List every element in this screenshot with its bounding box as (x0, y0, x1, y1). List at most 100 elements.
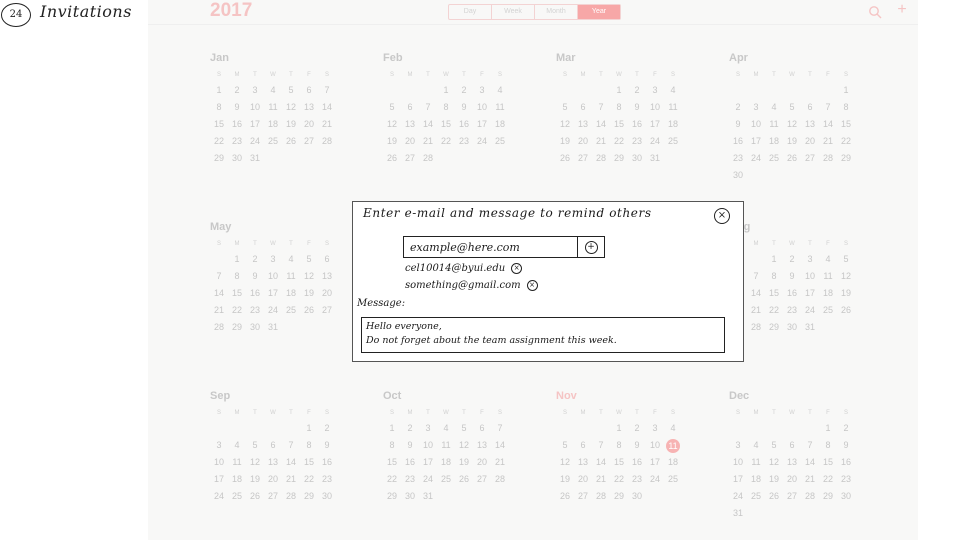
day-cell[interactable]: 3 (747, 99, 765, 116)
day-cell[interactable]: 20 (300, 116, 318, 133)
day-cell[interactable]: 22 (383, 471, 401, 488)
month-nov[interactable]: Nov S M T W T F S 1 2 3 4 5 6 7 8 9 10 11 12 13 14 15 16 17 18 19 2… (556, 390, 716, 505)
day-cell[interactable]: 6 (473, 420, 491, 437)
day-cell[interactable]: 23 (628, 471, 646, 488)
day-cell[interactable]: 30 (628, 150, 646, 167)
remove-recipient-icon[interactable]: × (511, 263, 523, 274)
day-cell[interactable]: 16 (837, 454, 855, 471)
day-cell[interactable]: 20 (783, 471, 801, 488)
day-cell[interactable]: 17 (419, 454, 437, 471)
day-cell[interactable]: 14 (592, 454, 610, 471)
day-cell[interactable]: 21 (318, 116, 336, 133)
day-cell[interactable]: 31 (264, 319, 282, 336)
day-cell[interactable]: 9 (783, 268, 801, 285)
day-cell[interactable]: 22 (300, 471, 318, 488)
day-cell[interactable]: 22 (837, 133, 855, 150)
day-cell[interactable]: 13 (264, 454, 282, 471)
day-cell[interactable]: 8 (228, 268, 246, 285)
day-cell[interactable]: 1 (300, 420, 318, 437)
day-cell[interactable]: 7 (801, 437, 819, 454)
day-cell[interactable]: 28 (491, 471, 509, 488)
day-cell[interactable]: 26 (455, 471, 473, 488)
day-cell[interactable]: 14 (419, 116, 437, 133)
day-cell[interactable]: 5 (765, 437, 783, 454)
day-cell[interactable]: 29 (837, 150, 855, 167)
day-cell[interactable]: 11 (264, 99, 282, 116)
day-cell[interactable]: 30 (837, 488, 855, 505)
day-cell[interactable]: 22 (610, 133, 628, 150)
day-cell[interactable]: 8 (437, 99, 455, 116)
day-cell[interactable]: 7 (819, 99, 837, 116)
day-cell[interactable]: 18 (282, 285, 300, 302)
month-aug[interactable]: AugSMTWTFS123456789101112131415161718192… (729, 221, 889, 336)
day-cell[interactable]: 13 (318, 268, 336, 285)
day-cell[interactable]: 16 (401, 454, 419, 471)
day-cell[interactable]: 2 (228, 82, 246, 99)
day-cell[interactable]: 19 (783, 133, 801, 150)
day-cell[interactable]: 13 (300, 99, 318, 116)
day-cell[interactable]: 13 (783, 454, 801, 471)
day-cell[interactable]: 16 (228, 116, 246, 133)
day-cell[interactable]: 26 (383, 150, 401, 167)
day-cell[interactable]: 25 (491, 133, 509, 150)
day-cell[interactable]: 25 (228, 488, 246, 505)
day-cell[interactable]: 21 (491, 454, 509, 471)
day-cell[interactable]: 9 (837, 437, 855, 454)
day-cell[interactable]: 17 (264, 285, 282, 302)
search-icon[interactable] (868, 5, 882, 19)
day-cell[interactable]: 11 (437, 437, 455, 454)
day-cell[interactable]: 3 (646, 82, 664, 99)
day-cell[interactable]: 24 (210, 488, 228, 505)
month-feb[interactable]: Feb S M T W T F S 1 2 3 4 5 6 7 8 9 10 11 12 13 14 15 16 17 18 19 2… (383, 52, 543, 167)
day-cell[interactable]: 7 (491, 420, 509, 437)
day-cell[interactable]: 4 (491, 82, 509, 99)
day-cell[interactable]: 12 (556, 116, 574, 133)
add-event-icon[interactable]: + (894, 2, 910, 18)
day-cell[interactable]: 31 (419, 488, 437, 505)
day-cell[interactable]: 8 (765, 268, 783, 285)
day-cell[interactable]: 9 (318, 437, 336, 454)
day-cell[interactable]: 30 (729, 167, 747, 184)
day-cell[interactable]: 4 (664, 82, 682, 99)
day-cell[interactable]: 23 (628, 133, 646, 150)
day-cell[interactable]: 15 (610, 454, 628, 471)
day-cell[interactable]: 3 (264, 251, 282, 268)
day-cell[interactable]: 27 (264, 488, 282, 505)
day-cell[interactable]: 11 (747, 454, 765, 471)
day-cell[interactable]: 8 (210, 99, 228, 116)
day-cell[interactable]: 10 (419, 437, 437, 454)
day-cell[interactable]: 14 (318, 99, 336, 116)
day-cell[interactable]: 19 (246, 471, 264, 488)
day-cell[interactable]: 3 (729, 437, 747, 454)
day-cell[interactable]: 1 (210, 82, 228, 99)
day-cell[interactable]: 26 (556, 150, 574, 167)
day-cell[interactable]: 19 (300, 285, 318, 302)
day-cell[interactable]: 1 (610, 420, 628, 437)
day-cell[interactable]: 22 (210, 133, 228, 150)
day-cell[interactable]: 7 (318, 82, 336, 99)
day-cell[interactable]: 27 (401, 150, 419, 167)
day-cell[interactable]: 16 (729, 133, 747, 150)
day-cell[interactable]: 9 (455, 99, 473, 116)
day-cell[interactable]: 10 (646, 437, 664, 454)
month-sep[interactable]: Sep S M T W T F S 1 2 3 4 5 6 7 8 9 10 11 12 13 14 15 16 17 18 19 2… (210, 390, 370, 505)
day-cell[interactable]: 15 (819, 454, 837, 471)
day-cell[interactable]: 12 (246, 454, 264, 471)
day-cell[interactable]: 27 (300, 133, 318, 150)
day-cell[interactable]: 15 (210, 116, 228, 133)
day-cell[interactable]: 5 (556, 437, 574, 454)
day-cell[interactable]: 26 (783, 150, 801, 167)
day-cell[interactable]: 17 (246, 116, 264, 133)
day-cell[interactable]: 8 (300, 437, 318, 454)
day-cell[interactable]: 19 (556, 471, 574, 488)
day-cell[interactable]: 29 (819, 488, 837, 505)
day-cell[interactable]: 23 (246, 302, 264, 319)
day-cell[interactable]: 3 (473, 82, 491, 99)
day-cell[interactable]: 27 (783, 488, 801, 505)
remove-recipient-icon[interactable]: × (526, 280, 538, 291)
day-cell[interactable]: 12 (300, 268, 318, 285)
day-cell[interactable]: 16 (318, 454, 336, 471)
day-cell[interactable]: 11 (491, 99, 509, 116)
day-cell[interactable]: 15 (837, 116, 855, 133)
day-cell[interactable]: 13 (574, 116, 592, 133)
